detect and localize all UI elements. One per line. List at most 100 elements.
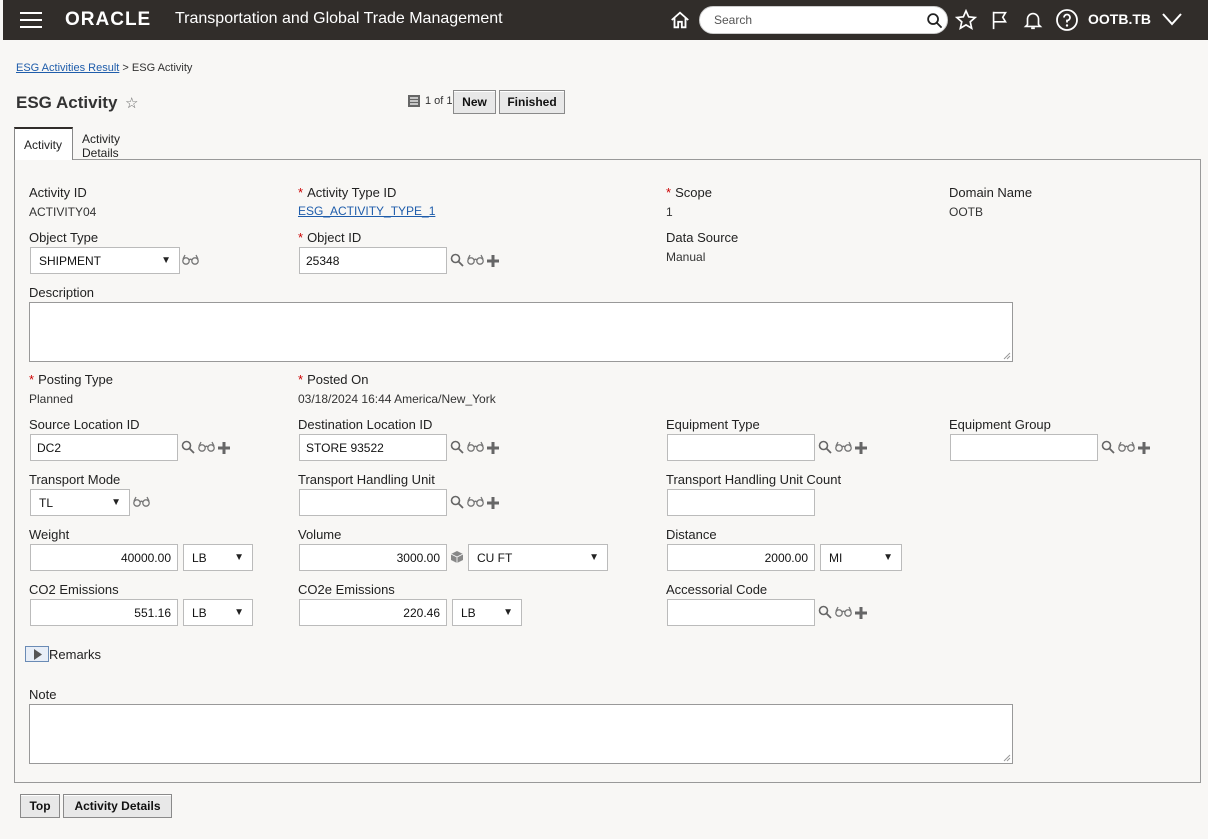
search-icon[interactable]	[926, 12, 943, 29]
posting-type-value: Planned	[29, 392, 74, 406]
chevron-down-icon[interactable]	[1161, 11, 1183, 27]
view-glasses-icon[interactable]	[182, 254, 199, 266]
remarks-label[interactable]: Remarks	[49, 647, 101, 662]
chevron-down-icon: ▼	[161, 255, 171, 266]
view-glasses-icon[interactable]	[835, 606, 852, 618]
record-pager: 1 of 1	[407, 94, 453, 108]
search-icon[interactable]	[1101, 440, 1115, 454]
volume-input[interactable]: 3000.00	[299, 544, 447, 571]
transport-handling-unit-count-input[interactable]	[667, 489, 815, 516]
scope-label: * Scope	[666, 185, 712, 200]
new-button[interactable]: New	[453, 90, 496, 114]
distance-uom-select[interactable]: MI ▼	[820, 544, 902, 571]
search-icon[interactable]	[450, 495, 464, 509]
add-plus-icon[interactable]	[854, 441, 868, 455]
transport-mode-select[interactable]: TL ▼	[30, 489, 130, 516]
add-plus-icon[interactable]	[486, 441, 500, 455]
view-glasses-icon[interactable]	[1118, 441, 1135, 453]
add-plus-icon[interactable]	[854, 606, 868, 620]
destination-location-input[interactable]: STORE 93522	[299, 434, 447, 461]
object-type-select[interactable]: SHIPMENT ▼	[30, 247, 180, 274]
posted-on-value: 03/18/2024 16:44 America/New_York	[298, 392, 496, 406]
home-icon[interactable]	[669, 9, 691, 31]
view-glasses-icon[interactable]	[467, 441, 484, 453]
resize-grip-icon[interactable]	[1003, 352, 1011, 360]
co2e-emissions-input[interactable]: 220.46	[299, 599, 447, 626]
breadcrumb-link-results[interactable]: ESG Activities Result	[16, 62, 119, 74]
search-icon[interactable]	[450, 253, 464, 267]
finished-button[interactable]: Finished	[499, 90, 565, 114]
search-icon[interactable]	[181, 440, 195, 454]
add-plus-icon[interactable]	[486, 496, 500, 510]
view-glasses-icon[interactable]	[198, 441, 215, 453]
hamburger-menu-icon[interactable]	[20, 12, 42, 28]
weight-uom-select[interactable]: LB ▼	[183, 544, 253, 571]
posted-on-label: * Posted On	[298, 372, 369, 387]
co2-emissions-uom-select[interactable]: LB ▼	[183, 599, 253, 626]
view-glasses-icon[interactable]	[133, 496, 150, 508]
scope-value: 1	[666, 205, 673, 219]
search-box[interactable]	[699, 6, 948, 34]
accessorial-code-input[interactable]	[667, 599, 815, 626]
add-plus-icon[interactable]	[486, 254, 500, 268]
remarks-expand-toggle[interactable]	[25, 646, 49, 662]
transport-handling-unit-input[interactable]	[299, 489, 447, 516]
search-icon[interactable]	[818, 605, 832, 619]
object-id-input[interactable]: 25348	[299, 247, 447, 274]
resize-grip-icon[interactable]	[1003, 754, 1011, 762]
required-marker: *	[29, 372, 35, 387]
chevron-down-icon: ▼	[589, 552, 599, 563]
data-source-value: Manual	[666, 250, 706, 264]
activity-panel	[14, 159, 1201, 783]
co2-emissions-input[interactable]: 551.16	[30, 599, 178, 626]
favorites-star-icon[interactable]	[955, 9, 977, 31]
activity-id-label: Activity ID	[29, 185, 87, 200]
equipment-type-input[interactable]	[667, 434, 815, 461]
record-list-icon[interactable]	[407, 94, 421, 108]
distance-input[interactable]: 2000.00	[667, 544, 815, 571]
transport-handling-unit-label: Transport Handling Unit	[298, 472, 435, 487]
view-glasses-icon[interactable]	[467, 254, 484, 266]
activity-type-id-link[interactable]: ESG_ACTIVITY_TYPE_1	[298, 204, 435, 218]
note-textarea[interactable]	[29, 704, 1013, 764]
volume-uom-select[interactable]: CU FT ▼	[468, 544, 608, 571]
activity-type-id-label: * Activity Type ID	[298, 185, 397, 200]
breadcrumb-separator: >	[122, 62, 129, 74]
description-label: Description	[29, 285, 95, 300]
accessorial-code-label: Accessorial Code	[666, 582, 768, 597]
add-plus-icon[interactable]	[217, 441, 231, 455]
flag-icon[interactable]	[989, 9, 1011, 31]
required-marker: *	[298, 230, 304, 245]
notifications-bell-icon[interactable]	[1022, 9, 1044, 31]
search-input[interactable]	[714, 13, 914, 27]
required-marker: *	[298, 185, 304, 200]
pager-count: 1 of 1	[425, 95, 453, 107]
required-marker: *	[666, 185, 672, 200]
tab-activity[interactable]: Activity	[14, 127, 73, 160]
cube-icon[interactable]	[450, 550, 464, 564]
search-icon[interactable]	[450, 440, 464, 454]
chevron-down-icon: ▼	[503, 607, 513, 618]
object-id-label: * Object ID	[298, 230, 362, 245]
description-textarea[interactable]	[29, 302, 1013, 362]
activity-details-button[interactable]: Activity Details	[63, 794, 172, 818]
co2-emissions-label: CO2 Emissions	[29, 582, 119, 597]
destination-location-label: Destination Location ID	[298, 417, 433, 432]
help-icon[interactable]	[1055, 8, 1079, 32]
user-menu[interactable]: OOTB.TB	[1088, 11, 1151, 27]
top-button[interactable]: Top	[20, 794, 60, 818]
add-plus-icon[interactable]	[1137, 441, 1151, 455]
view-glasses-icon[interactable]	[835, 441, 852, 453]
co2e-emissions-uom-select[interactable]: LB ▼	[452, 599, 522, 626]
top-bar: ORACLE Transportation and Global Trade M…	[3, 0, 1208, 40]
activity-id-value: ACTIVITY04	[29, 205, 97, 219]
tab-activity-details[interactable]: Activity Details	[73, 129, 169, 162]
source-location-label: Source Location ID	[29, 417, 140, 432]
weight-input[interactable]: 40000.00	[30, 544, 178, 571]
view-glasses-icon[interactable]	[467, 496, 484, 508]
equipment-group-input[interactable]	[950, 434, 1098, 461]
source-location-input[interactable]: DC2	[30, 434, 178, 461]
required-marker: *	[298, 372, 304, 387]
favorite-star-icon[interactable]: ☆	[125, 94, 138, 112]
search-icon[interactable]	[818, 440, 832, 454]
